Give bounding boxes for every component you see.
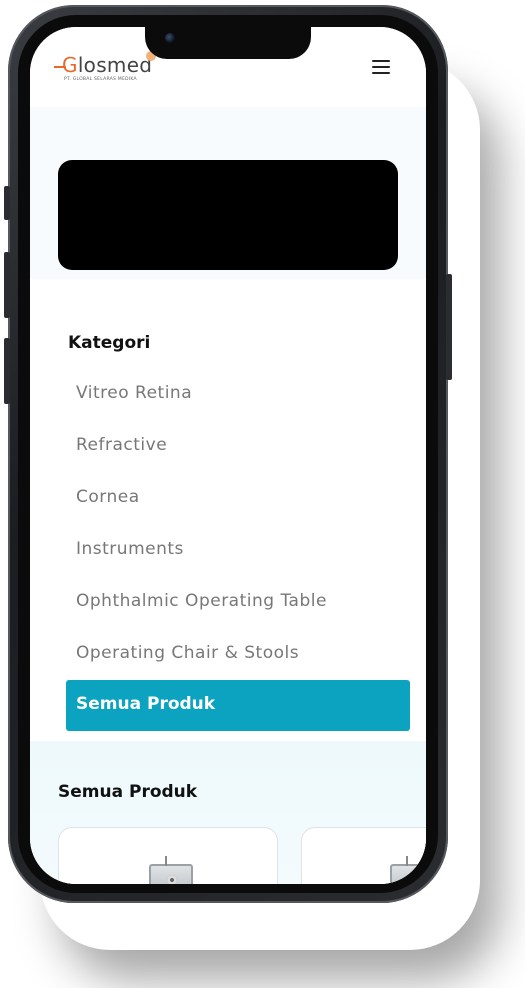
volume-down-button (4, 338, 10, 404)
banner-image (58, 160, 398, 270)
category-title: Kategori (68, 333, 151, 353)
product-card[interactable] (58, 827, 278, 884)
category-item-operating-chair[interactable]: Operating Chair & Stools (76, 643, 299, 663)
glosmed-logo[interactable]: Glosmed PT. GLOBAL SELARAS MEDIKA (54, 51, 156, 85)
category-active-label: Semua Produk (76, 694, 216, 714)
phone-screen: Glosmed PT. GLOBAL SELARAS MEDIKA Katego… (30, 27, 426, 884)
product-card[interactable] (301, 827, 426, 884)
front-camera-icon (165, 33, 175, 43)
volume-up-button (4, 252, 10, 318)
category-item-refractive[interactable]: Refractive (76, 435, 167, 455)
category-item-operating-table[interactable]: Ophthalmic Operating Table (76, 591, 327, 611)
product-image (149, 856, 193, 884)
category-item-instruments[interactable]: Instruments (76, 539, 184, 559)
category-item-vitreo-retina[interactable]: Vitreo Retina (76, 383, 192, 403)
logo-tagline: PT. GLOBAL SELARAS MEDIKA (64, 77, 137, 82)
power-button (446, 274, 452, 380)
logo-wordmark: Glosmed (62, 53, 153, 77)
product-image (390, 856, 426, 884)
category-item-semua-produk[interactable]: Semua Produk (66, 680, 410, 731)
mute-switch (4, 186, 10, 220)
products-title: Semua Produk (58, 782, 198, 802)
category-item-cornea[interactable]: Cornea (76, 487, 140, 507)
notch (145, 27, 311, 59)
hamburger-menu-icon[interactable] (372, 60, 392, 76)
